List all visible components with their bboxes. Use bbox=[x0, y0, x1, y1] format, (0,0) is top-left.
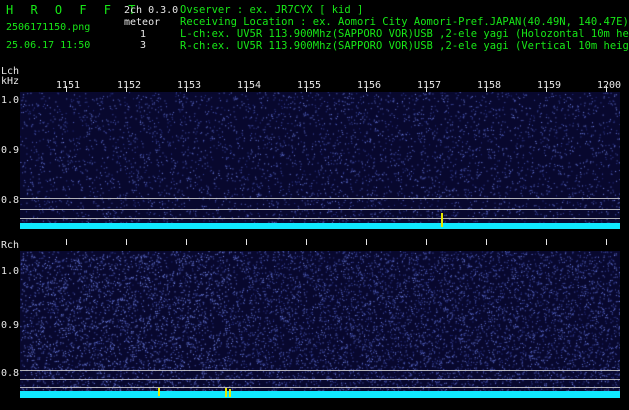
time-tick bbox=[366, 239, 367, 245]
lch-y-label-2: 0.9 bbox=[1, 145, 20, 156]
rch-channel-label: Rch bbox=[1, 240, 20, 251]
time-label-1154: 1154 bbox=[237, 80, 262, 91]
rch-meteor-count: 3 bbox=[140, 40, 147, 51]
rch-noise-canvas bbox=[20, 251, 620, 398]
time-label-1153: 1153 bbox=[177, 80, 202, 91]
meteor-counter-label: meteor bbox=[124, 17, 161, 28]
location-line: Receiving Location : ex. Aomori City Aom… bbox=[180, 16, 629, 28]
rch-ref-line-1 bbox=[20, 370, 620, 371]
lch-meteor-count: 1 bbox=[140, 29, 147, 40]
time-tick bbox=[426, 239, 427, 245]
time-label-1151: 1151 bbox=[56, 80, 81, 91]
filename: 2506171150.png bbox=[6, 22, 91, 33]
lch-y-label-3: 0.8 bbox=[1, 195, 20, 206]
rch-ref-line-2 bbox=[20, 379, 620, 380]
time-label-1156: 1156 bbox=[357, 80, 382, 91]
lch-baseline bbox=[20, 223, 620, 229]
rch-meteor-echo-3 bbox=[229, 389, 231, 397]
rch-spectrogram bbox=[20, 251, 620, 398]
lch-ref-line-2 bbox=[20, 209, 620, 210]
time-label-1157: 1157 bbox=[417, 80, 442, 91]
time-label-1152: 1152 bbox=[117, 80, 142, 91]
lch-unit-label: kHz bbox=[1, 76, 20, 87]
rch-y-label-1: 1.0 bbox=[1, 266, 20, 277]
time-tick bbox=[606, 239, 607, 245]
rch-baseline bbox=[20, 391, 620, 398]
observer-line: Ovserver : ex. JR7CYX [ kid ] bbox=[180, 4, 364, 16]
rch-y-label-2: 0.9 bbox=[1, 320, 20, 331]
time-tick bbox=[246, 239, 247, 245]
rch-y-label-3: 0.8 bbox=[1, 368, 20, 379]
lch-meteor-echo bbox=[441, 213, 443, 227]
rch-ref-line-3 bbox=[20, 387, 620, 388]
lch-spectrogram bbox=[20, 92, 620, 229]
time-label-1159: 1159 bbox=[537, 80, 562, 91]
time-label-1200: 1200 bbox=[597, 80, 622, 91]
lch-config-line: L-ch:ex. UV5R 113.900Mhz(SAPPORO VOR)USB… bbox=[180, 28, 629, 40]
lch-ref-line-3 bbox=[20, 218, 620, 219]
mode-label: 2ch 0.3.0 bbox=[124, 5, 179, 16]
time-tick bbox=[126, 239, 127, 245]
time-tick bbox=[486, 239, 487, 245]
lch-y-label-1: 1.0 bbox=[1, 95, 20, 106]
time-tick bbox=[306, 239, 307, 245]
time-tick bbox=[546, 239, 547, 245]
time-tick bbox=[186, 239, 187, 245]
rch-config-line: R-ch:ex. UV5R 113.900Mhz(SAPPORO VOR)USB… bbox=[180, 40, 629, 52]
lch-ref-line-1 bbox=[20, 198, 620, 199]
rch-meteor-echo-1 bbox=[158, 388, 160, 396]
time-label-1158: 1158 bbox=[477, 80, 502, 91]
app-title: H R O F F T bbox=[6, 3, 141, 17]
rch-meteor-echo-2 bbox=[225, 388, 227, 397]
time-label-1155: 1155 bbox=[297, 80, 322, 91]
datetime: 25.06.17 11:50 bbox=[6, 40, 91, 51]
time-tick bbox=[66, 239, 67, 245]
